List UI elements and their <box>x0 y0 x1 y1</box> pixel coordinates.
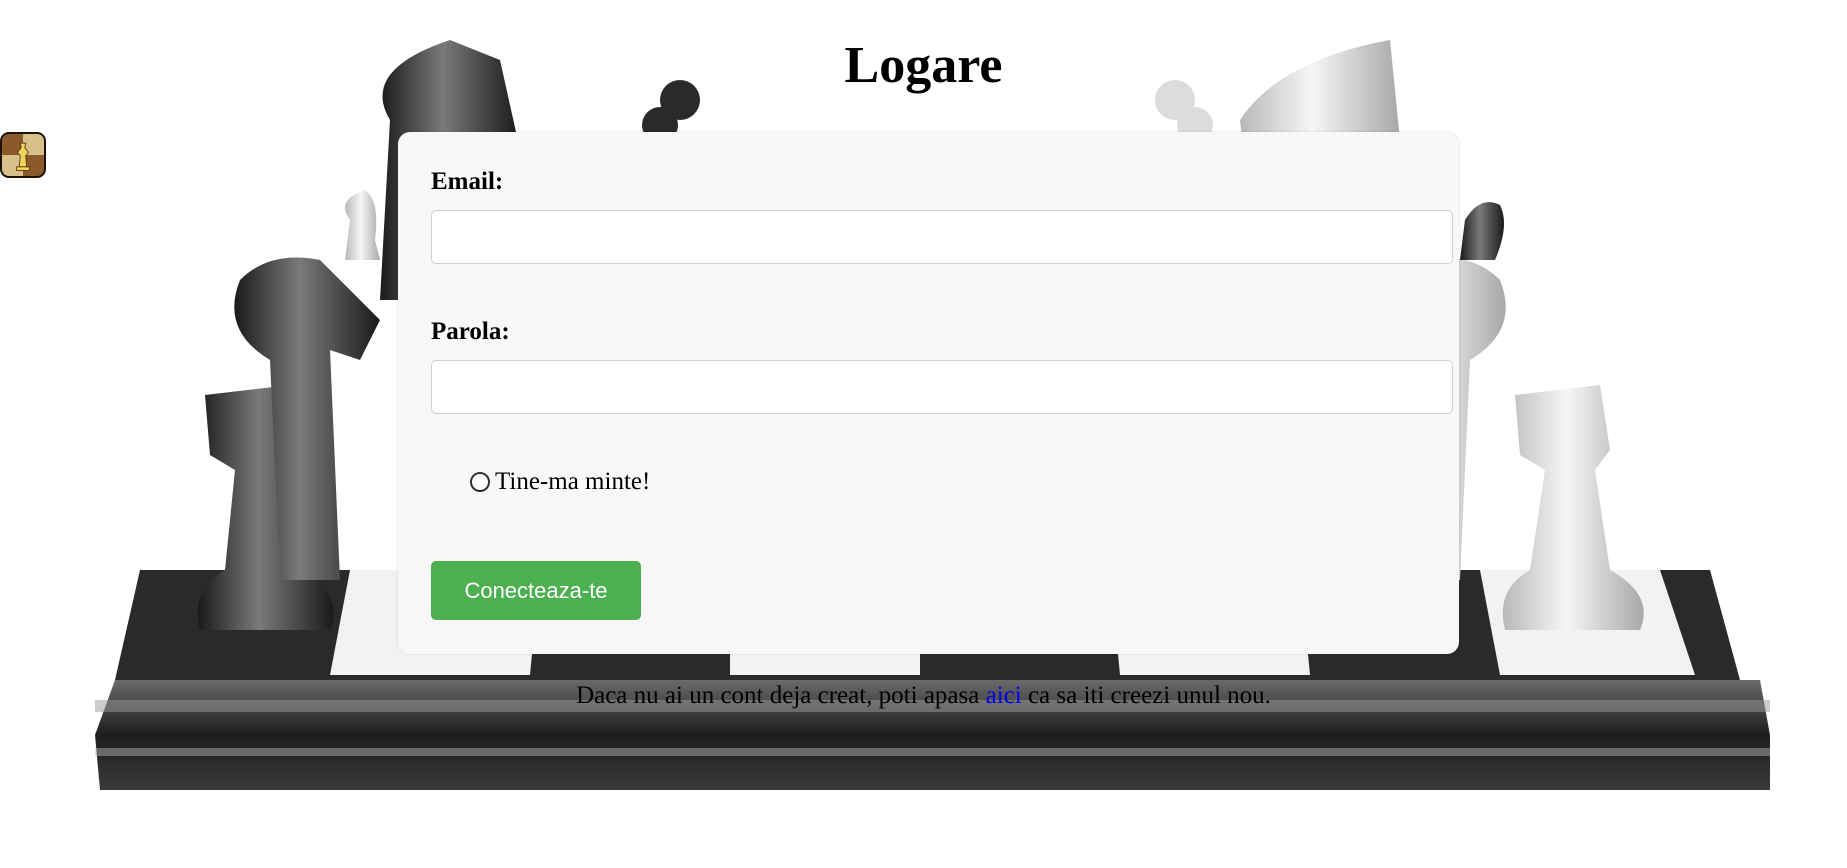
remember-me-option[interactable]: Tine-ma minte! <box>470 468 650 496</box>
password-field[interactable] <box>431 360 1453 414</box>
email-label: Email: <box>431 168 504 195</box>
page-title: Logare <box>844 37 1003 94</box>
login-form: Email: Parola: Tine-ma minte! Conecteaza… <box>398 132 1459 654</box>
remember-me-label: Tine-ma minte! <box>495 468 651 495</box>
chess-logo-icon[interactable] <box>0 132 46 178</box>
register-prompt-text-before: Daca nu ai un cont deja creat, poti apas… <box>576 682 986 709</box>
register-prompt: Daca nu ai un cont deja creat, poti apas… <box>0 682 1847 710</box>
login-button[interactable]: Conecteaza-te <box>431 561 641 620</box>
register-link[interactable]: aici <box>986 682 1022 709</box>
remember-me-radio[interactable] <box>470 472 490 492</box>
email-field[interactable] <box>431 210 1453 264</box>
password-label: Parola: <box>431 318 510 345</box>
register-prompt-text-after: ca sa iti creezi unul nou. <box>1021 682 1271 709</box>
